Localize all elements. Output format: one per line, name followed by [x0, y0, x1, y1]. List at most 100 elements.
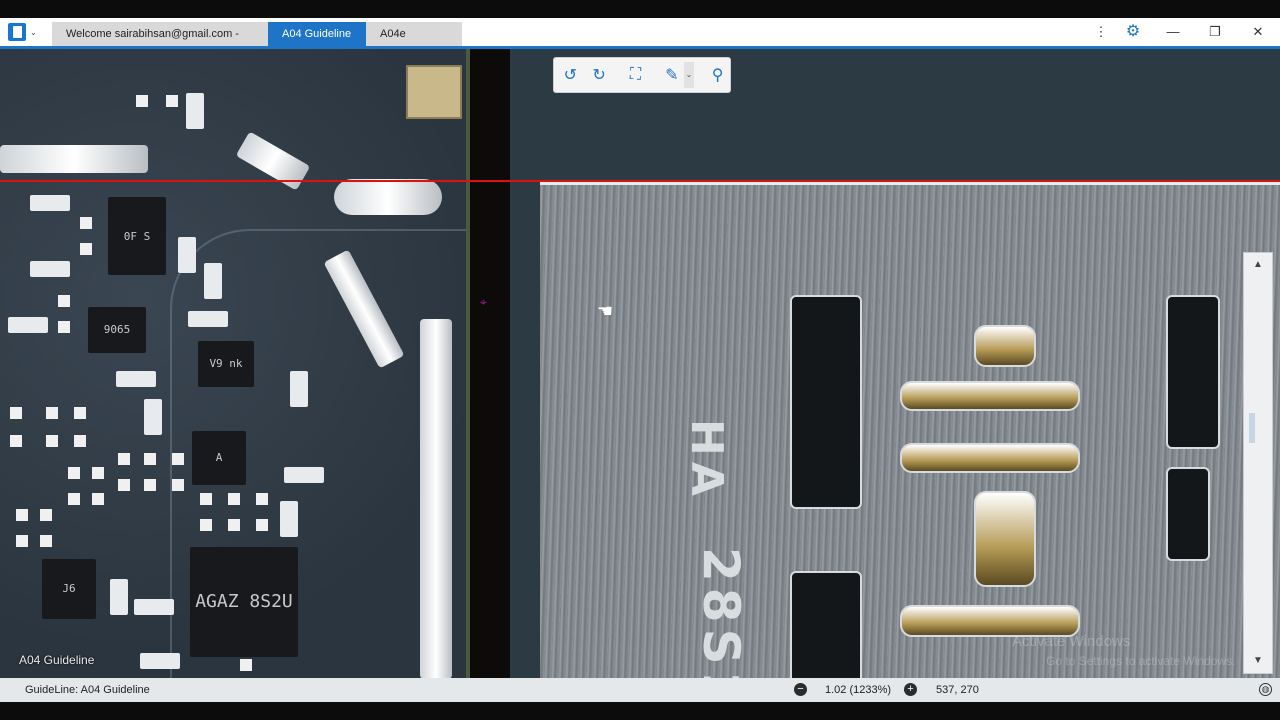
gold-contact [974, 491, 1036, 587]
smd-component [110, 579, 128, 615]
fit-screen-icon[interactable]: ⛶ [623, 62, 648, 88]
solder-pad [16, 535, 28, 547]
app-logo-icon [8, 23, 26, 41]
guideline-status: GuideLine: A04 Guideline [25, 684, 150, 696]
sim-tray-shield: HA 28S1K [540, 181, 1280, 678]
zoom-out-icon[interactable]: − [794, 683, 807, 696]
solder-pad [200, 493, 212, 505]
search-icon[interactable]: ⚲ [705, 62, 730, 88]
solder-pad [144, 479, 156, 491]
solder-pad [200, 519, 212, 531]
more-options-icon[interactable]: ⋮ [1086, 21, 1116, 43]
gold-contact [900, 443, 1080, 473]
smd-component [144, 399, 162, 435]
tab-a04-guideline[interactable]: A04 Guideline [268, 22, 366, 46]
restore-button[interactable]: ❐ [1200, 21, 1230, 43]
zoom-level: 1.02 (1233%) [825, 684, 892, 696]
chevron-down-icon: ⌄ [30, 27, 37, 37]
pcb-left-region: 0F S 9065 V9 nk A AGAZ 8S2U J6 [0, 49, 472, 678]
solder-pad [136, 95, 148, 107]
guide-line[interactable] [0, 180, 1280, 182]
hand-cursor-icon: ☚ [597, 301, 614, 321]
solder-pad [166, 95, 178, 107]
solder-pad [16, 509, 28, 521]
solder-pad [118, 479, 130, 491]
activation-watermark-subtitle: Go to Settings to activate Windows. [1046, 654, 1236, 668]
brush-icon[interactable]: ✎ [659, 62, 684, 88]
smd-component [30, 195, 70, 211]
smd-component [188, 311, 228, 327]
solder-pad [40, 535, 52, 547]
smd-component [178, 237, 196, 273]
app-menu-button[interactable]: ⌄ [4, 21, 42, 43]
solder-pad [58, 321, 70, 333]
scroll-down-icon[interactable]: ▼ [1244, 651, 1272, 671]
settings-gear-icon[interactable]: ⚙ [1118, 21, 1148, 43]
tab-welcome[interactable]: Welcome sairabihsan@gmail.com - Orion [52, 22, 268, 64]
smd-component [204, 263, 222, 299]
minimize-button[interactable]: — [1158, 21, 1188, 43]
gold-contact [900, 381, 1080, 411]
solder-pad [240, 659, 252, 671]
smd-component [186, 93, 204, 129]
solder-pad [118, 453, 130, 465]
solder-pad [58, 295, 70, 307]
scroll-thumb[interactable] [1249, 413, 1255, 443]
ic-chip: A [192, 431, 246, 485]
solder-pad [10, 435, 22, 447]
smd-component [134, 599, 174, 615]
smd-component [290, 371, 308, 407]
solder-pad [256, 493, 268, 505]
solder-pad [172, 479, 184, 491]
solder-pad [10, 407, 22, 419]
ic-chip: V9 nk [198, 341, 254, 387]
solder-pad [46, 407, 58, 419]
orion-app-window: ⌄ Welcome sairabihsan@gmail.com - Orion … [0, 0, 1280, 720]
rotate-left-icon[interactable]: ↺ [558, 62, 583, 88]
smd-component [116, 371, 156, 387]
status-bar: GuideLine: A04 Guideline − 1.02 (1233%) … [0, 678, 1280, 702]
gold-test-pad [406, 65, 462, 119]
smd-component [280, 501, 298, 537]
gold-contact [974, 325, 1036, 367]
ic-chip: 0F S [108, 197, 166, 275]
tab-a04e-guideline[interactable]: A04e Guideline [366, 22, 462, 64]
shield-slot [790, 295, 862, 509]
ic-chip: 9065 [88, 307, 146, 353]
smd-component [284, 467, 324, 483]
solder-pad [92, 493, 104, 505]
solder-pad [256, 519, 268, 531]
solder-pad [144, 453, 156, 465]
solder-pad [74, 435, 86, 447]
cursor-coordinates: 537, 270 [936, 684, 979, 696]
ic-chip: J6 [42, 559, 96, 619]
solder-pad [80, 217, 92, 229]
solder-pad [46, 435, 58, 447]
scroll-up-icon[interactable]: ▲ [1244, 255, 1272, 275]
shield-edge [0, 145, 148, 173]
board-gap [466, 49, 516, 678]
smd-component [30, 261, 70, 277]
solder-pad [172, 453, 184, 465]
solder-pad [228, 519, 240, 531]
shield-slot [1166, 295, 1220, 449]
shield-slot [1166, 467, 1210, 561]
activation-watermark-title: Activate Windows [1012, 633, 1131, 650]
solder-pad [92, 467, 104, 479]
smd-component [8, 317, 48, 333]
engraving-ha: HA [681, 419, 732, 502]
globe-icon[interactable]: ◍ [1259, 683, 1272, 696]
title-bar: ⌄ Welcome sairabihsan@gmail.com - Orion … [0, 18, 1280, 64]
close-button[interactable]: ✕ [1243, 21, 1273, 43]
image-toolbar: ↺ ↻ ⛶ ✎ ⌄ ⚲ [553, 57, 731, 93]
vertical-scrollbar[interactable]: ▲ ▼ [1243, 252, 1273, 674]
crosshair-marker-icon: ⌖ [480, 295, 487, 309]
rotate-right-icon[interactable]: ↻ [587, 62, 612, 88]
solder-pad [74, 407, 86, 419]
board-image-viewer[interactable]: 0F S 9065 V9 nk A AGAZ 8S2U J6 HA 28S1K … [0, 49, 1280, 678]
guideline-overlay-label: A04 Guideline [19, 653, 95, 667]
ic-chip: AGAZ 8S2U [190, 547, 298, 657]
chevron-down-icon[interactable]: ⌄ [684, 62, 694, 88]
zoom-in-icon[interactable]: + [904, 683, 917, 696]
solder-pad [68, 467, 80, 479]
